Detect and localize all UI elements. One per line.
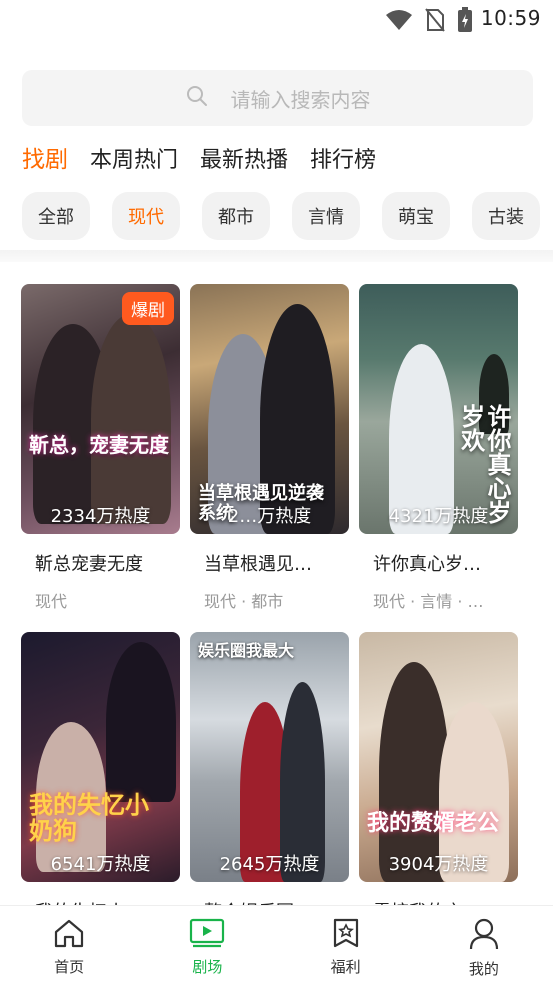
nav-label: 福利 (330, 958, 361, 976)
clock: 10:59 (480, 6, 541, 30)
tab-latest[interactable]: 最新热播 (200, 142, 288, 174)
category-chips: 全部 现代 都市 言情 萌宝 古装 (22, 192, 553, 240)
heat-count: 2…万热度 (227, 506, 312, 527)
nav-label: 剧场 (192, 958, 223, 976)
drama-card[interactable]: 许你真心岁岁欢 4321万热度 许你真心岁… 现代 · 言情 · … (359, 284, 518, 612)
status-icons (385, 7, 473, 37)
drama-poster[interactable]: 靳总，宠妻无度 爆剧 2334万热度 (21, 284, 180, 534)
tab-weekly-hot[interactable]: 本周热门 (90, 142, 178, 174)
drama-tags: 现代 · 言情 · … (373, 592, 484, 611)
search-icon (185, 84, 209, 112)
drama-poster[interactable]: 当草根遇见逆袭系统 2…万热度 (190, 284, 349, 534)
home-icon (53, 918, 85, 952)
status-bar: 10:59 (0, 0, 553, 38)
chip-romance[interactable]: 言情 (292, 192, 360, 240)
poster-figure (106, 642, 176, 802)
wifi-icon (385, 9, 413, 35)
theater-icon (189, 918, 225, 952)
section-divider (0, 250, 553, 262)
drama-tags: 现代 (35, 592, 68, 611)
battery-charging-icon (457, 7, 473, 37)
drama-title[interactable]: 当草根遇见… (190, 550, 349, 576)
chip-urban[interactable]: 都市 (202, 192, 270, 240)
nav-label: 我的 (468, 960, 499, 978)
poster-title-art: 我的赘婿老公 (367, 811, 500, 836)
hot-badge: 爆剧 (122, 292, 174, 325)
drama-poster[interactable]: 娱乐圈我最大 2645万热度 (190, 632, 349, 882)
nav-home[interactable]: 首页 (0, 906, 138, 983)
heat-count: 6541万热度 (50, 854, 151, 875)
poster-title-art: 我的失忆小奶狗 (29, 791, 149, 846)
drama-poster[interactable]: 我的失忆小奶狗 6541万热度 (21, 632, 180, 882)
drama-poster[interactable]: 我的赘婿老公 3904万热度 (359, 632, 518, 882)
nav-welfare[interactable]: 福利 (277, 906, 415, 983)
nav-theater[interactable]: 剧场 (138, 906, 276, 983)
heat-count: 2334万热度 (50, 506, 151, 527)
search-placeholder: 请输入搜索内容 (230, 87, 371, 112)
poster-title-art: 靳总，宠妻无度 (29, 433, 169, 457)
user-icon (469, 918, 499, 954)
chip-all[interactable]: 全部 (22, 192, 90, 240)
no-sim-icon (425, 8, 445, 36)
drama-card[interactable]: 我的失忆小奶狗 6541万热度 我的失忆小… (21, 632, 180, 924)
search-bar[interactable]: 请输入搜索内容 (22, 70, 533, 126)
chip-costume[interactable]: 古装 (472, 192, 540, 240)
drama-tags: 现代 · 都市 (204, 592, 284, 611)
drama-title[interactable]: 靳总宠妻无度 (21, 550, 180, 576)
drama-card[interactable]: 娱乐圈我最大 2645万热度 整个娱乐圈… (190, 632, 349, 924)
heat-count: 3904万热度 (388, 854, 489, 875)
main-tabs: 找剧 本周热门 最新热播 排行榜 (22, 140, 376, 174)
chip-modern[interactable]: 现代 (112, 192, 180, 240)
drama-card[interactable]: 靳总，宠妻无度 爆剧 2334万热度 靳总宠妻无度 现代 (21, 284, 180, 612)
drama-poster[interactable]: 许你真心岁岁欢 4321万热度 (359, 284, 518, 534)
poster-title-art: 娱乐圈我最大 (198, 641, 295, 660)
drama-finder-page: 10:59 请输入搜索内容 找剧 本周热门 最新热播 排行榜 全部 现代 都市 … (0, 0, 553, 983)
drama-card[interactable]: 我的赘婿老公 3904万热度 震惊我的玄… (359, 632, 518, 924)
bookmark-star-icon (332, 918, 360, 952)
nav-mine[interactable]: 我的 (415, 906, 553, 983)
heat-count: 2645万热度 (219, 854, 320, 875)
drama-card[interactable]: 当草根遇见逆袭系统 2…万热度 当草根遇见… 现代 · 都市 (190, 284, 349, 612)
tab-ranking[interactable]: 排行榜 (310, 142, 376, 174)
heat-count: 4321万热度 (388, 506, 489, 527)
bottom-nav: 首页 剧场 福利 我的 (0, 905, 553, 983)
tab-find-drama[interactable]: 找剧 (22, 140, 68, 174)
drama-title[interactable]: 许你真心岁… (359, 550, 518, 576)
nav-label: 首页 (54, 958, 85, 976)
chip-cute-baby[interactable]: 萌宝 (382, 192, 450, 240)
poster-figure (91, 314, 171, 524)
